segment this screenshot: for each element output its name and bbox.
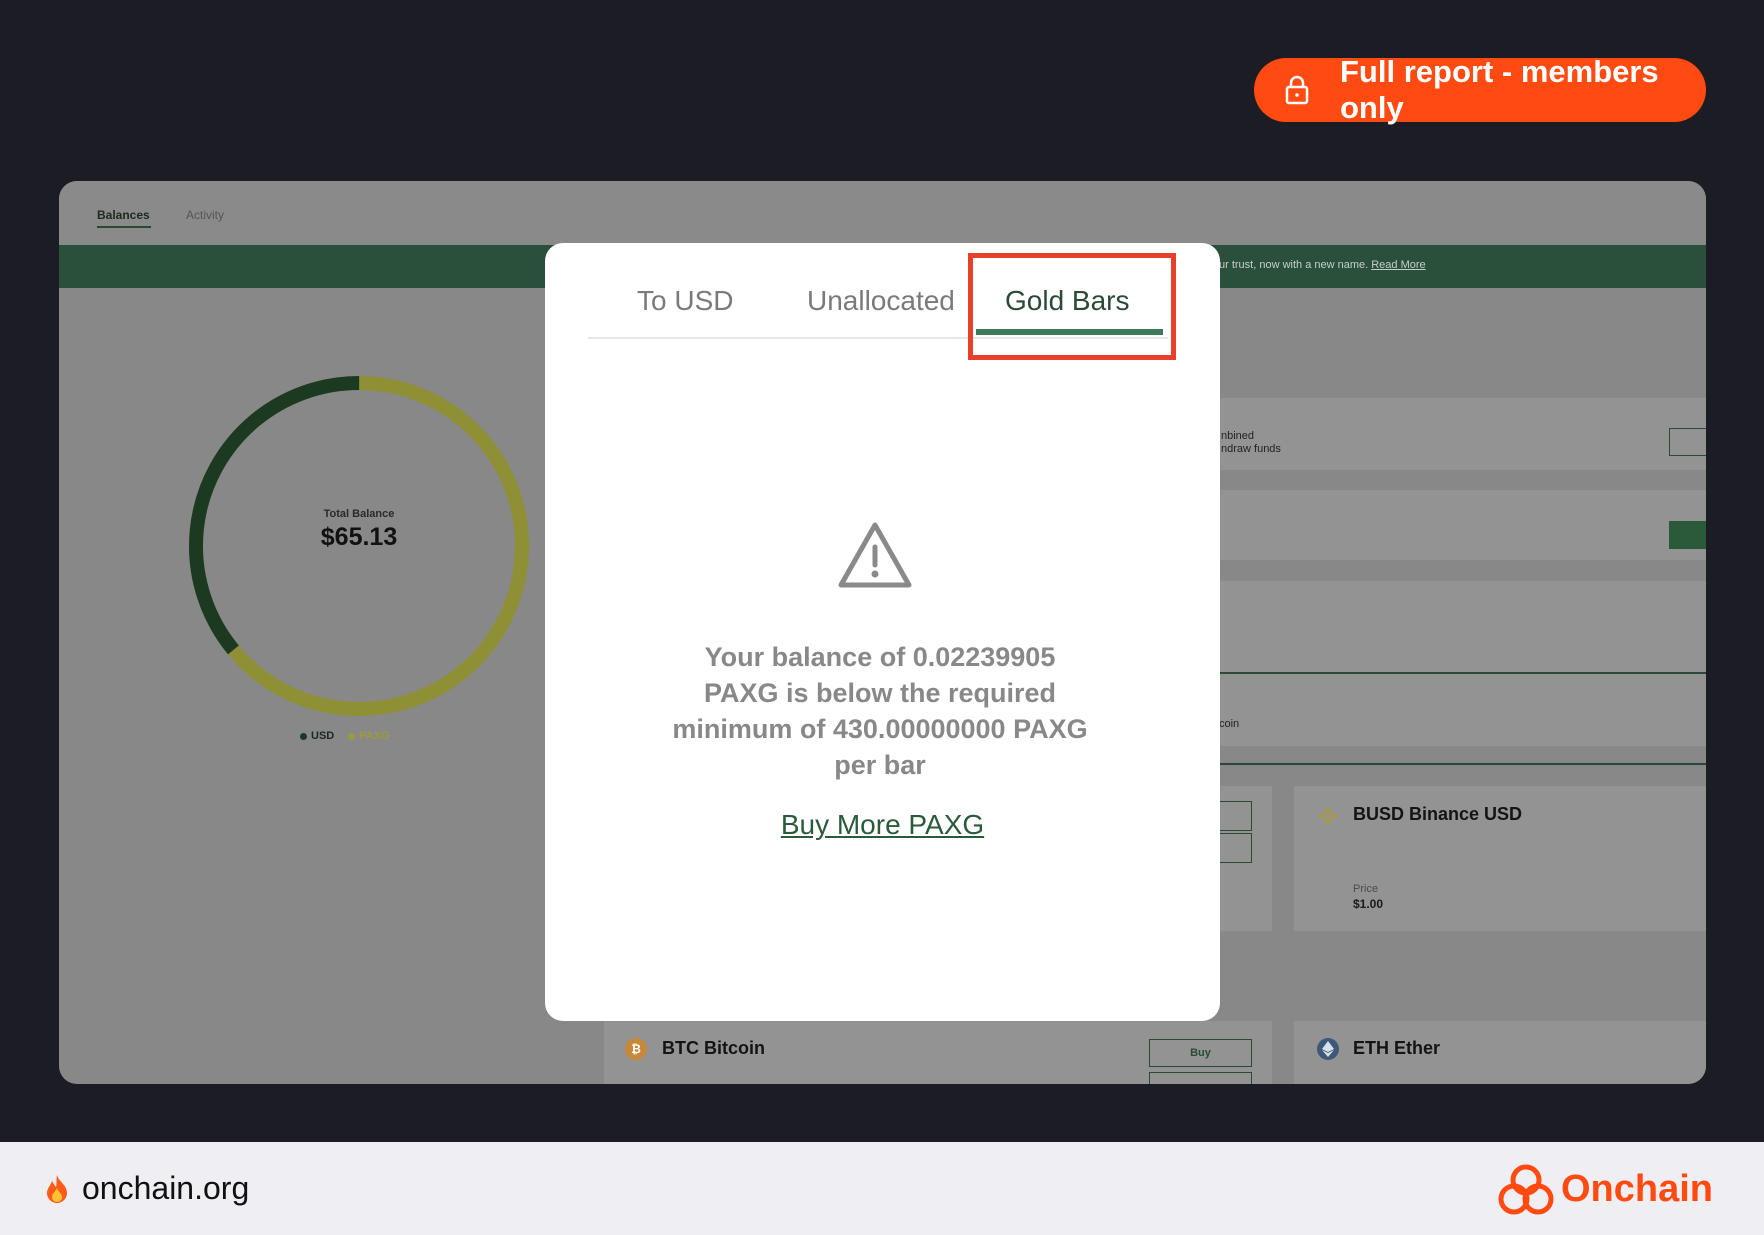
members-only-label: Full report - members only xyxy=(1340,54,1659,125)
legend-usd: USD xyxy=(300,730,334,742)
buy-more-paxg-link[interactable]: Buy More PAXG xyxy=(545,809,1220,841)
btc-title: BTC Bitcoin xyxy=(662,1038,765,1058)
onchain-logo-icon xyxy=(1498,1164,1554,1215)
tab-balances[interactable]: Balances xyxy=(97,208,150,222)
onchain-brand[interactable]: Onchain xyxy=(1497,1162,1713,1216)
eth-title: ETH Ether xyxy=(1353,1038,1441,1058)
below-minimum-message: Your balance of 0.02239905 PAXG is below… xyxy=(672,642,1088,780)
legend-paxg-dot xyxy=(348,732,356,740)
banner-read-more-link[interactable]: Read More xyxy=(1371,259,1425,271)
banner-message: ur trust, now with a new name. xyxy=(1219,259,1372,271)
coin-panel xyxy=(1179,581,1706,746)
btc-buy-button[interactable]: Buy xyxy=(1149,1039,1252,1067)
btc-icon: ₿ xyxy=(625,1038,647,1060)
combined-text: nbined xyxy=(1221,430,1255,442)
combined-panel xyxy=(1179,398,1706,470)
withdraw-modal: To USD Unallocated Gold Bars Your balanc… xyxy=(545,243,1220,1021)
actions-panel xyxy=(1179,490,1706,560)
donut-legend: USD PAXG xyxy=(300,730,390,742)
coin-panel-divider-top xyxy=(1179,672,1706,674)
legend-paxg: PAXG xyxy=(348,730,390,742)
legend-paxg-label: PAXG xyxy=(359,730,390,742)
busd-price-label: Price xyxy=(1353,883,1379,895)
tab-to-usd[interactable]: To USD xyxy=(637,285,733,317)
total-balance-value: $65.13 xyxy=(320,523,398,551)
coin-text: coin xyxy=(1219,718,1240,730)
members-only-button[interactable]: Full report - members only xyxy=(1254,54,1706,125)
coin-panel-divider-bottom xyxy=(1179,763,1706,765)
gold-bars-highlight-box xyxy=(968,253,1176,360)
warning-icon xyxy=(838,522,912,588)
app-topbar xyxy=(59,181,1706,245)
tab-balances-underline xyxy=(97,226,151,228)
footer-site-label: onchain.org xyxy=(82,1170,250,1206)
busd-price: $1.00 xyxy=(1353,897,1384,911)
legend-usd-label: USD xyxy=(311,730,335,742)
legend-usd-dot xyxy=(300,732,307,740)
tab-unallocated[interactable]: Unallocated xyxy=(807,285,955,317)
footer: onchain.org Onchain xyxy=(0,1142,1764,1235)
flame-icon xyxy=(44,1174,70,1204)
busd-title: BUSD Binance USD xyxy=(1353,804,1523,824)
withdraw-text: ndraw funds xyxy=(1221,443,1281,455)
busd-icon xyxy=(1317,805,1339,827)
lock-icon xyxy=(1280,73,1314,107)
tab-activity[interactable]: Activity xyxy=(186,208,224,222)
eth-icon xyxy=(1317,1038,1339,1060)
partial-filled-button[interactable] xyxy=(1669,521,1706,549)
onchain-brand-label: Onchain xyxy=(1561,1167,1714,1210)
footer-site[interactable]: onchain.org xyxy=(44,1170,249,1207)
banner-text: ur trust, now with a new name. Read More xyxy=(1219,259,1426,271)
btc-second-button[interactable] xyxy=(1149,1072,1252,1084)
total-balance-label: Total Balance xyxy=(323,508,395,520)
partial-outline-button[interactable] xyxy=(1669,428,1706,456)
